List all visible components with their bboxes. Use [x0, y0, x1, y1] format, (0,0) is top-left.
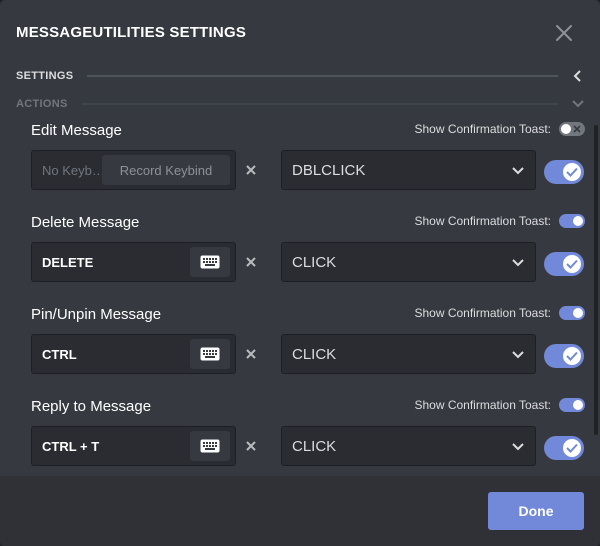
chevron-down-icon[interactable]: [572, 98, 584, 110]
toggle-knob: [573, 308, 583, 318]
action-title: Reply to Message: [31, 398, 152, 415]
toggle-knob: [563, 347, 581, 365]
check-icon: [566, 167, 578, 177]
event-select[interactable]: CLICK: [281, 426, 536, 466]
event-select-value: DBLCLICK: [292, 162, 366, 179]
action-pin-unpin-message: Pin/Unpin Message Show Confirmation Toas…: [31, 300, 585, 380]
toggle-knob: [563, 255, 581, 273]
clear-keybind-icon[interactable]: [245, 436, 257, 456]
toggle-knob: [563, 439, 581, 457]
chevron-down-icon: [512, 443, 524, 451]
keybind-recorder[interactable]: CTRL + T: [31, 426, 236, 466]
event-select[interactable]: DBLCLICK: [281, 150, 536, 190]
section-actions[interactable]: ACTIONS: [16, 97, 584, 111]
keyboard-icon[interactable]: [190, 431, 230, 461]
action-reply-to-message: Reply to Message Show Confirmation Toast…: [31, 392, 585, 472]
action-delete-message: Delete Message Show Confirmation Toast: …: [31, 208, 585, 288]
action-title: Pin/Unpin Message: [31, 306, 162, 323]
event-select[interactable]: CLICK: [281, 242, 536, 282]
chevron-down-icon: [512, 259, 524, 267]
event-select-value: CLICK: [292, 438, 337, 455]
toast-setting: Show Confirmation Toast:: [414, 214, 585, 228]
clear-keybind-icon[interactable]: [245, 252, 257, 272]
modal-footer: Done: [0, 476, 600, 546]
keybind-recorder[interactable]: DELETE: [31, 242, 236, 282]
check-icon: [566, 443, 578, 453]
action-enabled-toggle[interactable]: [544, 344, 584, 368]
section-label-actions: ACTIONS: [16, 98, 68, 110]
section-divider: [87, 75, 558, 77]
action-title: Edit Message: [31, 122, 122, 139]
toggle-knob: [573, 400, 583, 410]
toast-label: Show Confirmation Toast:: [414, 398, 551, 412]
event-select[interactable]: CLICK: [281, 334, 536, 374]
settings-modal: MESSAGEUTILITIES SETTINGS SETTINGS ACTIO…: [0, 0, 600, 546]
toast-toggle[interactable]: [559, 306, 585, 320]
toggle-knob: [573, 216, 583, 226]
chevron-down-icon: [512, 351, 524, 359]
toast-toggle[interactable]: [559, 122, 585, 136]
clear-keybind-icon[interactable]: [245, 160, 257, 180]
action-title: Delete Message: [31, 214, 140, 231]
toast-setting: Show Confirmation Toast:: [414, 398, 585, 412]
keybind-value: DELETE: [42, 255, 94, 270]
record-keybind-button[interactable]: Record Keybind: [102, 155, 230, 185]
action-enabled-toggle[interactable]: [544, 252, 584, 276]
toast-toggle[interactable]: [559, 214, 585, 228]
keybind-placeholder: No Keyb…: [42, 163, 105, 178]
toast-toggle[interactable]: [559, 398, 585, 412]
check-icon: [566, 351, 578, 361]
keybind-value: CTRL + T: [42, 439, 100, 454]
close-icon[interactable]: [552, 21, 576, 45]
keybind-recorder[interactable]: No Keyb… Record Keybind: [31, 150, 236, 190]
scrollbar[interactable]: [594, 125, 598, 435]
keyboard-icon[interactable]: [190, 339, 230, 369]
chevron-left-icon[interactable]: [572, 70, 584, 82]
done-button[interactable]: Done: [488, 492, 584, 530]
section-settings[interactable]: SETTINGS: [16, 69, 584, 83]
keybind-value: CTRL: [42, 347, 77, 362]
event-select-value: CLICK: [292, 346, 337, 363]
toggle-knob: [561, 124, 571, 134]
modal-title: MESSAGEUTILITIES SETTINGS: [16, 24, 247, 41]
check-icon: [566, 259, 578, 269]
modal-header: MESSAGEUTILITIES SETTINGS: [16, 24, 576, 44]
action-edit-message: Edit Message Show Confirmation Toast: No…: [31, 116, 585, 196]
action-enabled-toggle[interactable]: [544, 160, 584, 184]
action-enabled-toggle[interactable]: [544, 436, 584, 460]
toast-label: Show Confirmation Toast:: [414, 122, 551, 136]
toast-label: Show Confirmation Toast:: [414, 214, 551, 228]
clear-keybind-icon[interactable]: [245, 344, 257, 364]
toast-setting: Show Confirmation Toast:: [414, 122, 585, 136]
keybind-recorder[interactable]: CTRL: [31, 334, 236, 374]
toggle-knob: [563, 163, 581, 181]
section-divider: [81, 103, 558, 105]
event-select-value: CLICK: [292, 254, 337, 271]
toast-label: Show Confirmation Toast:: [414, 306, 551, 320]
keyboard-icon[interactable]: [190, 247, 230, 277]
chevron-down-icon: [512, 167, 524, 175]
toast-setting: Show Confirmation Toast:: [414, 306, 585, 320]
section-label-settings: SETTINGS: [16, 70, 74, 82]
